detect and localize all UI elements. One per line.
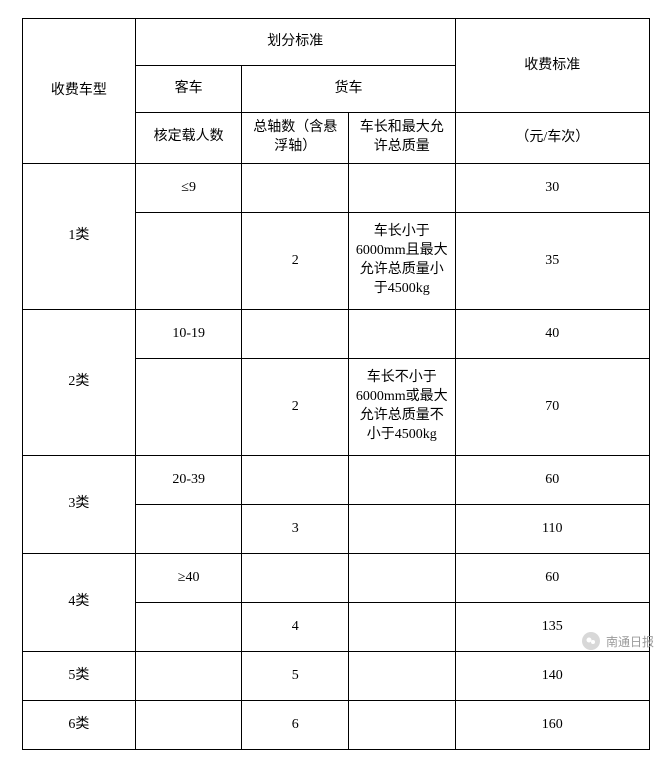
class3-bus-fee: 60	[455, 455, 649, 504]
class3-truck-dim-empty	[349, 504, 456, 553]
class2-bus-capacity: 10-19	[135, 309, 242, 358]
class2-truck-dim: 车长不小于6000mm或最大允许总质量不小于4500kg	[349, 358, 456, 455]
class2-truck-axles: 2	[242, 358, 349, 455]
class4-truck-axles: 4	[242, 602, 349, 651]
class4-truck-capacity-empty	[135, 602, 242, 651]
class3-label: 3类	[23, 455, 136, 553]
class5-truck-axles: 5	[242, 651, 349, 700]
class2-bus-fee: 40	[455, 309, 649, 358]
header-truck-dim: 车长和最大允许总质量	[349, 113, 456, 164]
class6-label: 6类	[23, 700, 136, 749]
header-truck: 货车	[242, 66, 455, 113]
header-fee: 收费标准	[455, 19, 649, 113]
class1-truck-dim: 车长小于6000mm且最大允许总质量小于4500kg	[349, 212, 456, 309]
class3-truck-fee: 110	[455, 504, 649, 553]
header-bus-capacity: 核定载人数	[135, 113, 242, 164]
class1-bus-dim-empty	[349, 163, 456, 212]
header-criteria: 划分标准	[135, 19, 455, 66]
class3-bus-axles-empty	[242, 455, 349, 504]
class4-bus-dim-empty	[349, 553, 456, 602]
class5-bus-capacity-empty	[135, 651, 242, 700]
class6-truck-dim-empty	[349, 700, 456, 749]
watermark-text: 南通日报	[606, 633, 654, 650]
class2-truck-capacity-empty	[135, 358, 242, 455]
toll-table: 收费车型 划分标准 收费标准 客车 货车 核定载人数 总轴数（含悬浮轴） 车长和…	[22, 18, 650, 750]
class5-label: 5类	[23, 651, 136, 700]
class1-label: 1类	[23, 163, 136, 309]
header-truck-axles: 总轴数（含悬浮轴）	[242, 113, 349, 164]
header-fee-unit: （元/车次）	[455, 113, 649, 164]
class2-bus-dim-empty	[349, 309, 456, 358]
class1-bus-fee: 30	[455, 163, 649, 212]
class6-bus-capacity-empty	[135, 700, 242, 749]
class1-truck-axles: 2	[242, 212, 349, 309]
class6-truck-axles: 6	[242, 700, 349, 749]
class4-bus-axles-empty	[242, 553, 349, 602]
header-vehicle-type: 收费车型	[23, 19, 136, 164]
class6-truck-fee: 160	[455, 700, 649, 749]
toll-table-container: 收费车型 划分标准 收费标准 客车 货车 核定载人数 总轴数（含悬浮轴） 车长和…	[0, 0, 672, 768]
watermark: 南通日报	[582, 632, 654, 650]
class1-bus-capacity: ≤9	[135, 163, 242, 212]
class3-bus-capacity: 20-39	[135, 455, 242, 504]
class3-truck-capacity-empty	[135, 504, 242, 553]
class4-bus-capacity: ≥40	[135, 553, 242, 602]
class2-bus-axles-empty	[242, 309, 349, 358]
header-bus: 客车	[135, 66, 242, 113]
class3-truck-axles: 3	[242, 504, 349, 553]
class4-truck-dim-empty	[349, 602, 456, 651]
class1-truck-fee: 35	[455, 212, 649, 309]
class4-label: 4类	[23, 553, 136, 651]
class3-bus-dim-empty	[349, 455, 456, 504]
class5-truck-dim-empty	[349, 651, 456, 700]
class1-truck-capacity-empty	[135, 212, 242, 309]
class4-bus-fee: 60	[455, 553, 649, 602]
class2-label: 2类	[23, 309, 136, 455]
class5-truck-fee: 140	[455, 651, 649, 700]
wechat-icon	[582, 632, 600, 650]
class1-bus-axles-empty	[242, 163, 349, 212]
class2-truck-fee: 70	[455, 358, 649, 455]
